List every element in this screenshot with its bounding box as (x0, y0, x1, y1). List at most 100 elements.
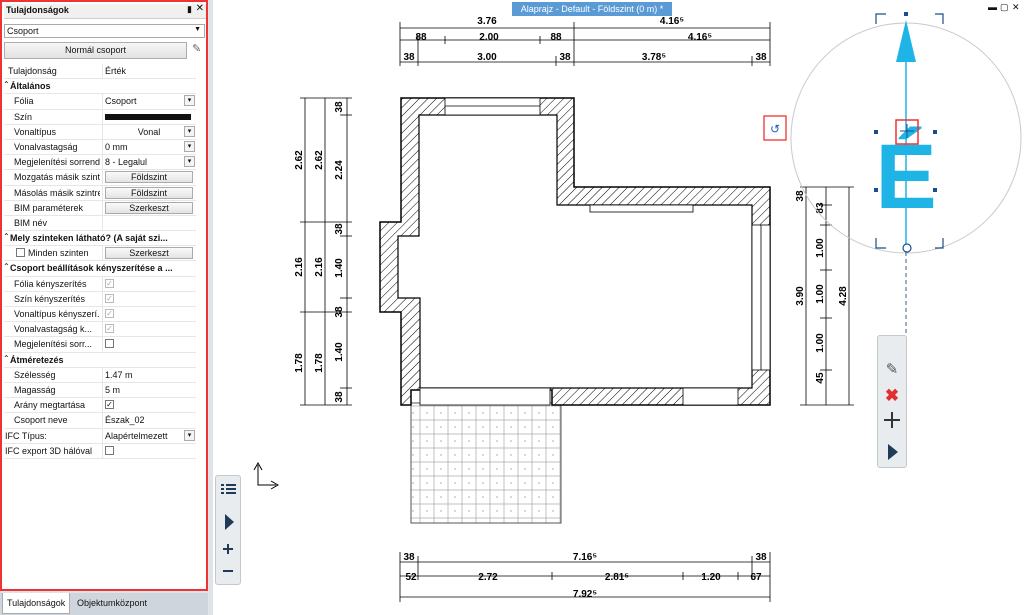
prop-label: Vonaltípus (14, 126, 57, 137)
prop-value: 5 m (105, 384, 121, 395)
force-draworder-checkbox[interactable] (105, 339, 114, 349)
move-to-level-button[interactable]: Földszint (105, 171, 193, 184)
linetype-select[interactable]: Vonal ▾ (102, 124, 196, 139)
force-lineweight-checkbox[interactable]: ✓ (105, 324, 114, 334)
height-field[interactable]: 5 m (102, 382, 196, 397)
chevron-down-icon[interactable]: ▾ (184, 95, 195, 107)
folia-select[interactable]: Csoport ▾ (102, 94, 196, 109)
section-group-settings-label: Csoport beállítások kényszerítése a ... (10, 263, 173, 274)
move-icon[interactable] (884, 412, 900, 428)
play-icon[interactable] (888, 444, 898, 460)
force-color-checkbox[interactable]: ✓ (105, 293, 114, 303)
bim-name-field[interactable] (102, 215, 196, 230)
list-icon[interactable] (221, 484, 236, 494)
keep-ratio-checkbox[interactable]: ✓ (105, 400, 114, 410)
header-value: Érték (105, 66, 127, 76)
chevron-down-icon[interactable]: ▾ (184, 125, 195, 137)
prop-label: BIM név (14, 217, 48, 228)
prop-value: Alapértelmezett (105, 430, 168, 441)
bim-params-edit-button[interactable]: Szerkeszt (105, 201, 193, 214)
prop-label: BIM paraméterek (14, 202, 84, 213)
color-swatch (105, 113, 191, 120)
prop-label: Vonalvastagság k... (14, 324, 93, 335)
close-window-icon[interactable]: ✕ (1012, 2, 1020, 13)
drawing-canvas[interactable] (213, 0, 1024, 615)
draw-order-select[interactable]: 8 - Legalul ▾ (102, 155, 196, 170)
pencil-icon[interactable]: ✎ (192, 42, 206, 58)
prop-value: 8 - Legalul (105, 157, 148, 168)
section-group-settings[interactable]: ⌃ Csoport beállítások kényszerítése a ..… (3, 261, 196, 277)
prop-label: Csoport neve (14, 415, 68, 426)
force-layer-checkbox[interactable]: ✓ (105, 278, 114, 288)
panel-title: Tulajdonságok (6, 5, 69, 15)
maximize-icon[interactable]: ▢ (1000, 2, 1009, 13)
context-toolbar: ✎ ✖ (877, 335, 907, 468)
view-toolbar (215, 475, 241, 585)
object-type-select[interactable]: Csoport ▼ (4, 24, 205, 38)
section-visible-levels-label: Mely szinteken látható? (A saját szi... (10, 233, 168, 244)
tab-object-center[interactable]: Objektumközpont (73, 593, 151, 613)
tab-properties[interactable]: Tulajdonságok (2, 593, 71, 614)
section-visible-levels[interactable]: ⌃ Mely szinteken látható? (A saját szi..… (3, 231, 196, 247)
prop-label: Vonalvastagság (14, 141, 78, 152)
prop-label: Magasság (14, 384, 56, 395)
panel-tabs: Tulajdonságok Objektumközpont (0, 593, 208, 615)
minimize-icon[interactable]: ▬ (988, 2, 997, 12)
window-controls: ▬ ▢ ✕ (988, 2, 1022, 16)
prop-label: Másolás másik szintre (14, 187, 100, 198)
prop-label: IFC Típus: (5, 430, 47, 441)
section-resize-label: Átméretezés (10, 354, 64, 365)
prop-value: Vonal (137, 126, 161, 137)
object-type-value: Csoport (7, 26, 39, 36)
prop-label: Mozgatás másik szintre (14, 172, 100, 183)
pencil-icon[interactable]: ✎ (886, 361, 899, 378)
property-grid: Tulajdonság Érték ⌃ Általános Fólia Csop… (3, 64, 196, 459)
properties-panel: Tulajdonságok ▮ ✕ Csoport ▼ Normál csopo… (0, 0, 208, 591)
prop-label: Szín (14, 111, 33, 122)
prop-value: Észak_02 (105, 415, 145, 426)
prop-label: Fólia (14, 96, 34, 107)
prop-value: 0 mm (105, 141, 128, 152)
prop-label: Vonaltípus kényszerí... (14, 309, 100, 319)
copy-to-level-button[interactable]: Földszint (105, 186, 193, 199)
prop-label: Szélesség (14, 369, 56, 380)
prop-label: Szín kényszerítés (14, 293, 86, 304)
force-linetype-checkbox[interactable]: ✓ (105, 309, 114, 318)
collapse-icon[interactable]: ⌃ (3, 232, 10, 241)
chevron-down-icon[interactable]: ▾ (184, 429, 195, 441)
zoom-in-icon[interactable] (223, 544, 233, 554)
prop-label: Megjelenítési sorr... (14, 339, 93, 350)
collapse-icon[interactable]: ⌃ (3, 354, 10, 363)
all-levels-checkbox[interactable] (16, 248, 25, 258)
delete-icon[interactable]: ✖ (885, 386, 899, 405)
section-general-label: Általános (10, 81, 51, 92)
normal-group-button[interactable]: Normál csoport (4, 42, 187, 59)
section-general[interactable]: ⌃ Általános (3, 79, 196, 95)
levels-edit-button[interactable]: Szerkeszt (105, 247, 193, 260)
pin-icon[interactable]: ▮ (187, 4, 192, 15)
panel-titlebar: Tulajdonságok ▮ ✕ (4, 3, 206, 19)
window-title-tab[interactable]: Alaprajz - Default - Földszint (0 m) * (512, 2, 672, 16)
group-name-field[interactable]: Észak_02 (102, 413, 196, 428)
play-icon[interactable] (225, 514, 234, 530)
prop-value: Csoport (105, 96, 137, 107)
chevron-down-icon: ▼ (194, 26, 201, 33)
ifc-type-select[interactable]: Alapértelmezett ▾ (102, 428, 196, 443)
width-field[interactable]: 1.47 m (102, 367, 196, 382)
collapse-icon[interactable]: ⌃ (3, 80, 10, 89)
prop-label: Megjelenítési sorrend (14, 157, 100, 168)
prop-label: Arány megtartása (14, 400, 86, 411)
color-picker[interactable] (102, 109, 196, 124)
prop-label: Fólia kényszerítés (14, 278, 87, 289)
prop-label: IFC export 3D hálóval (5, 445, 93, 456)
header-key: Tulajdonság (8, 66, 57, 76)
section-resize[interactable]: ⌃ Átméretezés (3, 352, 196, 368)
prop-value: 1.47 m (105, 369, 133, 380)
close-icon[interactable]: ✕ (196, 3, 204, 14)
chevron-down-icon[interactable]: ▾ (184, 156, 195, 168)
collapse-icon[interactable]: ⌃ (3, 262, 10, 271)
chevron-down-icon[interactable]: ▾ (184, 140, 195, 152)
ifc-export-mesh-checkbox[interactable] (105, 445, 114, 455)
grid-header: Tulajdonság Érték (4, 64, 196, 80)
lineweight-select[interactable]: 0 mm ▾ (102, 139, 196, 154)
